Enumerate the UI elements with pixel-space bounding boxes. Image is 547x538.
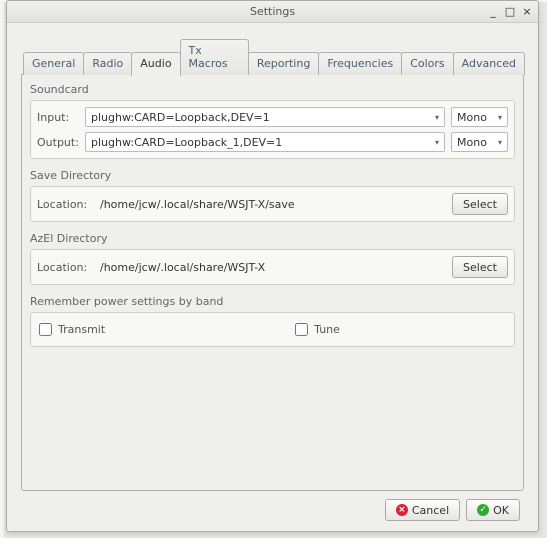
soundcard-title: Soundcard <box>30 81 515 100</box>
save-location-label: Location: <box>37 198 89 211</box>
transmit-check[interactable]: Transmit <box>39 323 105 336</box>
output-channels-combo[interactable]: Mono ▾ <box>451 132 508 152</box>
input-channels-combo[interactable]: Mono ▾ <box>451 107 508 127</box>
input-label: Input: <box>37 111 79 124</box>
output-device-value: plughw:CARD=Loopback_1,DEV=1 <box>91 136 282 149</box>
output-label: Output: <box>37 136 79 149</box>
azel-dir-title: AzEl Directory <box>30 230 515 249</box>
tune-checkbox[interactable] <box>295 323 308 336</box>
tab-colors[interactable]: Colors <box>401 52 453 75</box>
tune-check[interactable]: Tune <box>295 323 340 336</box>
transmit-label: Transmit <box>58 323 105 336</box>
tab-txmacros[interactable]: Tx Macros <box>180 39 249 75</box>
tab-reporting[interactable]: Reporting <box>248 52 319 75</box>
window-title: Settings <box>250 5 295 18</box>
output-device-combo[interactable]: plughw:CARD=Loopback_1,DEV=1 ▾ <box>85 132 445 152</box>
transmit-checkbox[interactable] <box>39 323 52 336</box>
minimize-button[interactable]: _ <box>486 6 500 17</box>
save-select-button[interactable]: Select <box>452 193 508 215</box>
cancel-icon: × <box>396 504 408 516</box>
input-channels-value: Mono <box>457 111 487 124</box>
tab-advanced[interactable]: Advanced <box>453 52 525 75</box>
save-location-value: /home/jcw/.local/share/WSJT-X/save <box>95 194 446 214</box>
tab-audio[interactable]: Audio <box>131 52 180 76</box>
output-channels-value: Mono <box>457 136 487 149</box>
chevron-down-icon: ▾ <box>498 138 502 147</box>
power-title: Remember power settings by band <box>30 293 515 312</box>
titlebar: Settings _ □ × <box>7 1 538 23</box>
chevron-down-icon: ▾ <box>435 113 439 122</box>
tab-frequencies[interactable]: Frequencies <box>318 52 402 75</box>
ok-icon: ✓ <box>477 504 489 516</box>
input-device-value: plughw:CARD=Loopback,DEV=1 <box>91 111 270 124</box>
tab-radio[interactable]: Radio <box>83 52 132 75</box>
close-button[interactable]: × <box>520 6 534 17</box>
tab-bar: General Radio Audio Tx Macros Reporting … <box>23 37 524 75</box>
tune-label: Tune <box>314 323 340 336</box>
maximize-button[interactable]: □ <box>503 6 517 17</box>
ok-button[interactable]: ✓ OK <box>466 499 520 521</box>
input-device-combo[interactable]: plughw:CARD=Loopback,DEV=1 ▾ <box>85 107 445 127</box>
chevron-down-icon: ▾ <box>435 138 439 147</box>
audio-panel: Soundcard Input: plughw:CARD=Loopback,DE… <box>21 74 524 491</box>
chevron-down-icon: ▾ <box>498 113 502 122</box>
azel-location-value: /home/jcw/.local/share/WSJT-X <box>95 257 446 277</box>
settings-dialog: Settings _ □ × General Radio Audio Tx Ma… <box>6 0 539 532</box>
cancel-button[interactable]: × Cancel <box>385 499 460 521</box>
save-dir-title: Save Directory <box>30 167 515 186</box>
azel-location-label: Location: <box>37 261 89 274</box>
azel-select-button[interactable]: Select <box>452 256 508 278</box>
tab-general[interactable]: General <box>23 52 84 75</box>
